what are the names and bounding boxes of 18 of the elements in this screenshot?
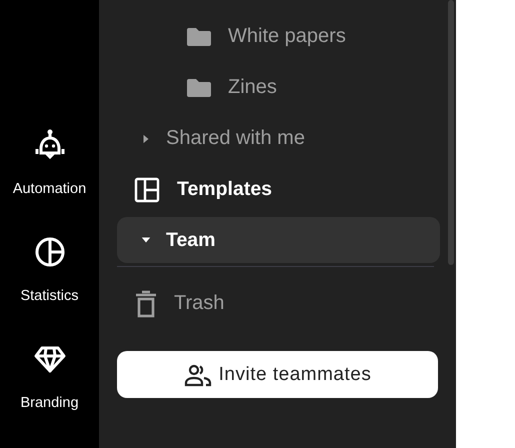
- rail-label[interactable]: Automation: [12, 181, 86, 197]
- nav-item[interactable]: Team: [117, 217, 440, 263]
- caret-down-icon: [141, 235, 151, 245]
- rail-label[interactable]: Statistics: [20, 288, 78, 304]
- scrollbar-thumb[interactable]: [448, 0, 454, 265]
- nav-item[interactable]: Zines: [117, 62, 440, 113]
- layout-icon: [134, 176, 160, 202]
- people-icon: [184, 362, 212, 386]
- rail-label[interactable]: Branding: [20, 395, 79, 411]
- nav-item[interactable]: Trash: [117, 282, 440, 325]
- trash-icon: [135, 290, 157, 318]
- folder-icon: [185, 26, 213, 48]
- nav-item[interactable]: Templates: [117, 164, 440, 215]
- invite-button[interactable]: Invite teammates: [117, 351, 438, 398]
- nav-item[interactable]: White papers: [117, 11, 440, 62]
- caret-right-icon: [141, 134, 151, 144]
- nav-item[interactable]: Shared with me: [117, 113, 440, 164]
- folder-icon: [185, 76, 213, 98]
